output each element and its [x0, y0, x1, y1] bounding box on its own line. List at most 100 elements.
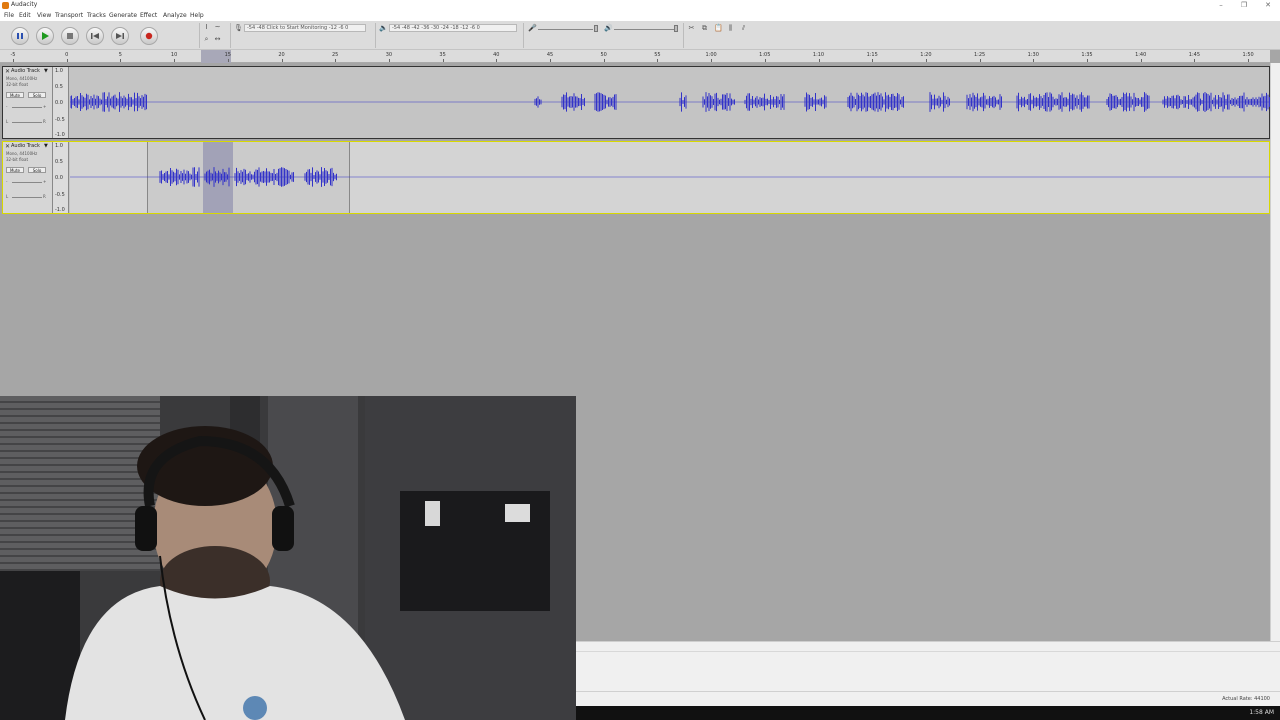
- recording-volume-knob[interactable]: [594, 25, 598, 32]
- menu-generate[interactable]: Generate: [109, 12, 137, 19]
- pan-left: L: [6, 194, 9, 199]
- ruler-tick-label: 55: [654, 52, 661, 58]
- minimize-button[interactable]: –: [1210, 0, 1232, 11]
- ruler-tick-mark: [281, 59, 283, 62]
- menu-tracks[interactable]: Tracks: [87, 12, 106, 19]
- toolbar: I ~ ⌕ ↔ 🎙 -54 -48 Click to Start Monitor…: [0, 21, 1280, 50]
- record-button[interactable]: [140, 27, 158, 45]
- mute-button[interactable]: Mute: [6, 167, 24, 173]
- stop-button[interactable]: [61, 27, 79, 45]
- play-icon: [42, 32, 49, 40]
- envelope-tool-icon[interactable]: ~: [214, 24, 221, 31]
- timeshift-tool-icon[interactable]: ↔: [214, 36, 221, 43]
- scale-label: -0.5: [55, 117, 65, 123]
- vertical-scrollbar[interactable]: [1270, 63, 1280, 641]
- zoom-tool-icon[interactable]: ⌕: [203, 36, 210, 43]
- playback-volume-knob[interactable]: [674, 25, 678, 32]
- track-2-waveform: [70, 167, 1271, 187]
- ruler-tick-mark: [979, 59, 981, 62]
- audio-track-1[interactable]: ✕ Audio Track ▼ Mono, 44100Hz 32-bit flo…: [2, 66, 1271, 139]
- gain-slider[interactable]: [12, 107, 42, 108]
- menu-bar: File Edit View Transport Tracks Generate…: [0, 11, 1280, 21]
- ruler-tick-mark: [872, 59, 874, 62]
- track-2-waveform-area[interactable]: [70, 142, 1271, 213]
- menu-analyze[interactable]: Analyze: [163, 12, 187, 19]
- menu-view[interactable]: View: [37, 12, 51, 19]
- microphone-icon[interactable]: 🎙: [234, 25, 243, 32]
- selection-tool-icon[interactable]: I: [203, 24, 210, 31]
- ruler-tick-mark: [442, 59, 444, 62]
- menu-file[interactable]: File: [4, 12, 14, 19]
- status-bar: Actual Rate: 44100: [576, 691, 1280, 706]
- speaker-volume-icon: 🔊: [604, 24, 613, 32]
- silence-icon[interactable]: ⫽: [740, 25, 747, 32]
- play-button[interactable]: [36, 27, 54, 45]
- track-menu-arrow-icon[interactable]: ▼: [44, 143, 48, 149]
- audio-track-2[interactable]: ✕ Audio Track ▼ Mono, 44100Hz 32-bit flo…: [2, 141, 1271, 214]
- track-menu-arrow-icon[interactable]: ▼: [44, 68, 48, 74]
- track-name-menu[interactable]: Audio Track: [11, 143, 40, 149]
- close-track-button[interactable]: ✕: [5, 143, 10, 150]
- menu-transport[interactable]: Transport: [55, 12, 83, 19]
- skip-to-start-button[interactable]: [86, 27, 104, 45]
- ruler-tick-label: 1:05: [759, 52, 771, 58]
- ruler-tick-mark: [603, 59, 605, 62]
- horizontal-scrollbar[interactable]: [576, 641, 1280, 651]
- ruler-tick-label: 50: [600, 52, 607, 58]
- mute-button[interactable]: Mute: [6, 92, 24, 98]
- track-name-menu[interactable]: Audio Track: [11, 68, 40, 74]
- close-window-button[interactable]: ✕: [1257, 0, 1279, 11]
- taskbar: 1:58 AM: [576, 706, 1280, 720]
- record-meter[interactable]: -54 -48 Click to Start Monitoring -12 -6…: [244, 24, 366, 32]
- solo-button[interactable]: Solo: [28, 92, 46, 98]
- gain-slider[interactable]: [12, 182, 42, 183]
- recording-volume-slider[interactable]: [538, 29, 593, 30]
- ruler-tick-label: 45: [546, 52, 554, 58]
- ruler-tick-mark: [66, 59, 68, 62]
- track-format: Mono, 44100Hz: [6, 151, 38, 156]
- skip-to-end-button[interactable]: [111, 27, 129, 45]
- ruler-tick-label: 10: [170, 52, 178, 58]
- ruler-tick-mark: [1248, 59, 1250, 62]
- menu-edit[interactable]: Edit: [19, 12, 31, 19]
- track-1-waveform: [69, 92, 1271, 112]
- ruler-tick-mark: [764, 59, 766, 62]
- menu-help[interactable]: Help: [190, 12, 204, 19]
- ruler-tick-mark: [925, 59, 927, 62]
- maximize-button[interactable]: ❐: [1233, 0, 1255, 11]
- track-bitdepth: 32-bit float: [6, 82, 29, 87]
- webcam-overlay: [0, 396, 576, 720]
- solo-button[interactable]: Solo: [28, 167, 46, 173]
- cut-icon[interactable]: ✂: [688, 25, 695, 32]
- ruler-tick-mark: [388, 59, 390, 62]
- ruler-tick-mark: [120, 59, 122, 62]
- skip-start-icon: [91, 33, 99, 39]
- timeline-ruler[interactable]: -5 0 5 10 15 20 25 30 35 40 45 50 55 1:00 1:05 1:10 1:15…: [0, 50, 1270, 63]
- ruler-tick-label: 1:30: [1027, 52, 1039, 58]
- ruler-tick-label: 25: [332, 52, 339, 58]
- close-track-button[interactable]: ✕: [5, 68, 10, 75]
- pause-button[interactable]: [11, 27, 29, 45]
- pan-slider[interactable]: [12, 197, 42, 198]
- ruler-tick-label: 0: [65, 52, 69, 58]
- title-bar: Audacity – ❐ ✕: [0, 0, 1280, 11]
- track-1-waveform-area[interactable]: [69, 67, 1271, 138]
- pan-right: R: [43, 194, 46, 199]
- playback-volume-slider[interactable]: [614, 29, 674, 30]
- paste-icon[interactable]: 📋: [714, 25, 723, 32]
- playback-meter[interactable]: -54 -48 -42 -36 -30 -24 -18 -12 -6 0: [389, 24, 517, 32]
- ruler-tick-label: -5: [10, 52, 16, 58]
- scale-label: 0.5: [55, 84, 63, 90]
- ruler-tick-label: 1:45: [1188, 52, 1201, 58]
- pan-right: R: [43, 119, 46, 124]
- menu-effect[interactable]: Effect: [140, 12, 157, 19]
- taskbar-clock: 1:58 AM: [1249, 709, 1274, 716]
- selection-toolbar: [576, 651, 1280, 691]
- speaker-icon[interactable]: 🔈: [379, 25, 388, 32]
- ruler-tick-mark: [1033, 59, 1035, 62]
- copy-icon[interactable]: ⧉: [701, 25, 708, 32]
- trim-icon[interactable]: ⫼: [727, 25, 734, 32]
- scale-label: -1.0: [55, 207, 65, 213]
- ruler-tick-mark: [657, 59, 659, 62]
- pan-slider[interactable]: [12, 122, 42, 123]
